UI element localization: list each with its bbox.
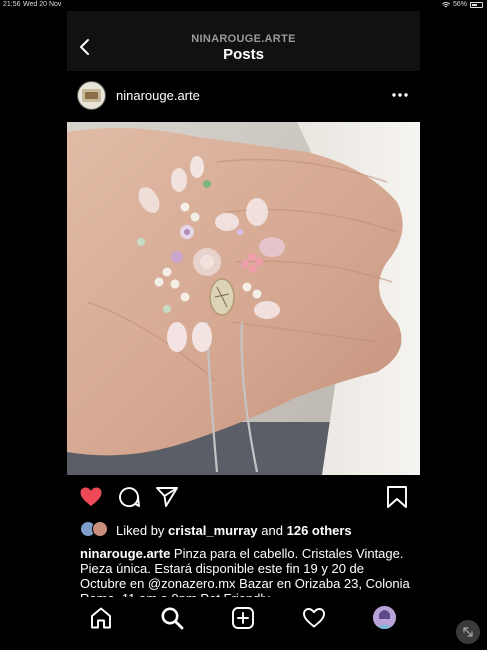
search-icon xyxy=(161,607,184,630)
add-post-icon xyxy=(232,607,254,629)
bottom-tab-bar xyxy=(67,597,420,639)
liker-username[interactable]: cristal_murray xyxy=(168,523,258,538)
more-horizontal-icon xyxy=(392,93,408,97)
caption-username[interactable]: ninarouge.arte xyxy=(80,546,170,561)
header: NINAROUGE.ARTE Posts xyxy=(67,11,420,71)
heart-outline-icon xyxy=(303,608,325,628)
status-bar: 21:56 Wed 20 Nov 56% xyxy=(0,0,487,10)
bookmark-icon xyxy=(387,486,407,508)
collapse-arrows-icon xyxy=(463,627,473,637)
comment-icon xyxy=(119,487,140,508)
avatar[interactable] xyxy=(77,81,106,110)
likes-row: Liked by cristal_murray and 126 others xyxy=(80,521,420,539)
status-time: 21:56 xyxy=(3,1,21,8)
send-icon xyxy=(156,487,178,507)
tab-profile[interactable] xyxy=(373,606,396,629)
header-account-name: NINAROUGE.ARTE xyxy=(191,33,296,45)
profile-avatar-icon xyxy=(373,606,396,629)
battery-percent: 56% xyxy=(452,1,467,8)
post-image[interactable] xyxy=(67,122,420,475)
assistive-touch-button[interactable] xyxy=(456,620,480,644)
share-button[interactable] xyxy=(155,485,179,509)
comment-button[interactable] xyxy=(117,485,141,509)
likes-text[interactable]: Liked by cristal_murray and 126 others xyxy=(116,523,352,538)
home-icon xyxy=(91,607,111,629)
hair-pin-photo xyxy=(67,122,420,475)
post-header: ninarouge.arte xyxy=(67,79,420,115)
page-title: Posts xyxy=(223,46,264,63)
status-date: Wed 20 Nov xyxy=(23,1,62,8)
save-button[interactable] xyxy=(385,485,409,509)
post-actions xyxy=(67,485,420,511)
instagram-app: NINAROUGE.ARTE Posts ninarouge.arte Like… xyxy=(67,11,420,639)
post-username[interactable]: ninarouge.arte xyxy=(116,88,200,103)
heart-icon xyxy=(80,487,102,506)
wifi-icon xyxy=(441,1,450,7)
likes-prefix: Liked by xyxy=(116,523,165,538)
tab-home[interactable] xyxy=(89,606,113,630)
battery-icon xyxy=(470,1,483,8)
like-button[interactable] xyxy=(79,485,103,509)
tab-add-post[interactable] xyxy=(231,606,255,630)
likes-others[interactable]: 126 others xyxy=(287,523,352,538)
battery-level xyxy=(472,3,478,6)
likes-middle: and xyxy=(261,523,283,538)
avatar-logo-center xyxy=(85,92,98,99)
liker-avatar xyxy=(92,521,108,537)
post-caption: ninarouge.arte Pinza para el cabello. Cr… xyxy=(80,546,410,597)
tab-search[interactable] xyxy=(160,606,184,630)
more-options-button[interactable] xyxy=(390,87,410,103)
status-right: 56% xyxy=(441,1,483,8)
tab-activity[interactable] xyxy=(302,606,326,630)
